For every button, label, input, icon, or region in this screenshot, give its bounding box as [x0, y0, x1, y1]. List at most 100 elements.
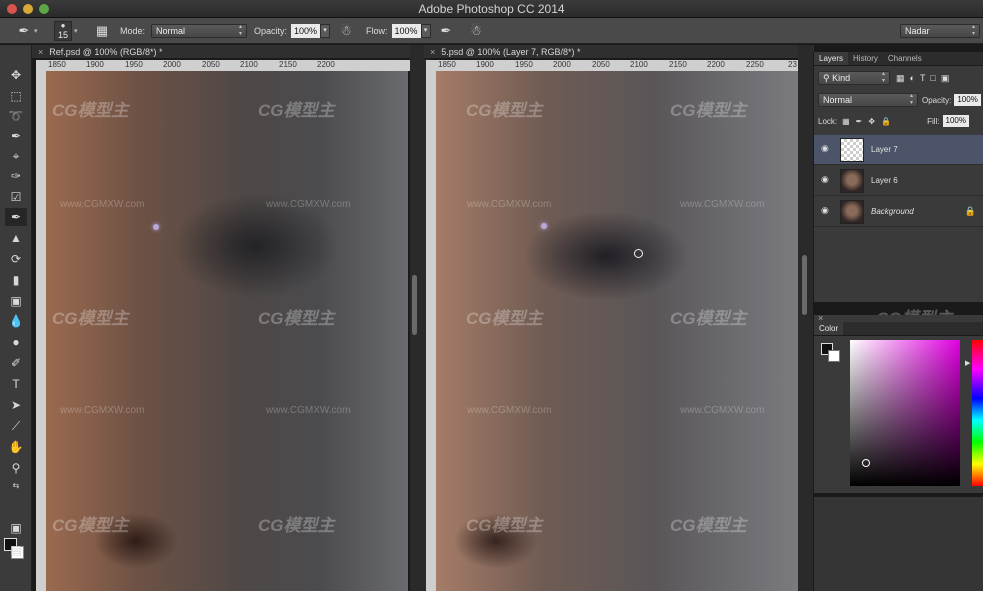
tab-ref-label: Ref.psd @ 100% (RGB/8*) *	[49, 47, 163, 57]
watermark-logo: CG模型主	[670, 516, 747, 535]
healing-brush-tool-icon[interactable]: ☑	[5, 188, 27, 206]
brush-tool-preset-icon[interactable]: ✒	[14, 22, 34, 40]
visibility-eye-icon[interactable]: ◉	[821, 206, 831, 215]
lock-label: Lock:	[818, 116, 838, 126]
crop-tool-icon[interactable]: ⌖	[5, 147, 27, 165]
tab-5-document[interactable]: × 5.psd @ 100% (Layer 7, RGB/8*) *	[424, 45, 814, 59]
mode-label: Mode:	[120, 26, 146, 36]
history-brush-tool-icon[interactable]: ⟳	[5, 250, 27, 268]
flow-label: Flow:	[366, 26, 388, 36]
mode-select[interactable]: Normal	[151, 24, 248, 38]
zoom-tool-icon[interactable]: ⚲	[5, 459, 27, 477]
close-panel-icon[interactable]: ×	[818, 313, 823, 323]
brush-cursor	[634, 249, 643, 258]
dodge-tool-icon[interactable]: ●	[5, 333, 27, 351]
lasso-tool-icon[interactable]: ➰	[5, 107, 27, 125]
brush-panel-toggle-icon[interactable]: ▦	[92, 22, 112, 40]
ruler-tick: 1850	[438, 60, 456, 69]
flow-input[interactable]: 100%	[391, 24, 421, 38]
preset-dropdown-icon[interactable]: ▾	[34, 27, 38, 35]
layer-row-layer-7[interactable]: ◉ Layer 7	[814, 135, 983, 165]
layer-thumbnail	[840, 200, 864, 224]
pressure-size-icon[interactable]: ☃	[466, 22, 486, 40]
watermark-url: www.CGMXW.com	[266, 199, 351, 210]
swap-colors-icon[interactable]: ⇆	[5, 477, 27, 495]
watermark-logo: CG模型主	[670, 309, 747, 328]
lock-options-icons[interactable]: ▦✒✥🔒	[842, 117, 897, 126]
pressure-opacity-icon[interactable]: ☃	[336, 22, 356, 40]
blur-tool-icon[interactable]: 💧	[5, 312, 27, 330]
color-panel-tabs: Color	[814, 322, 983, 336]
path-selection-tool-icon[interactable]: ➤	[5, 396, 27, 414]
brush-size-picker[interactable]: ● 15	[54, 21, 72, 41]
gradient-tool-icon[interactable]: ▣	[5, 292, 27, 310]
ruler-tick: 1900	[86, 60, 104, 69]
hand-tool-icon[interactable]: ✋	[5, 438, 27, 456]
quick-selection-tool-icon[interactable]: ✒	[5, 127, 27, 145]
watermark-url: www.CGMXW.com	[680, 199, 765, 210]
opacity-slider-button[interactable]: ▾	[320, 24, 331, 38]
eyedropper-tool-icon[interactable]: ✑	[5, 167, 27, 185]
brush-picker-dropdown-icon[interactable]: ▾	[74, 27, 78, 35]
flow-slider-button[interactable]: ▾	[420, 24, 431, 38]
tab-color[interactable]: Color	[814, 322, 844, 335]
title-bar: Adobe Photoshop CC 2014	[0, 0, 983, 18]
opacity-input[interactable]: 100%	[291, 24, 321, 38]
watermark-url: www.CGMXW.com	[680, 405, 765, 416]
close-tab-icon[interactable]: ×	[38, 47, 43, 57]
color-panel-background-swatch[interactable]	[828, 350, 840, 362]
layer-filter-icons[interactable]: ▦◐T□▣	[896, 73, 954, 84]
eraser-tool-icon[interactable]: ▮	[5, 271, 27, 289]
airbrush-icon[interactable]: ✒	[436, 22, 456, 40]
brush-tool-icon[interactable]: ✒	[5, 208, 27, 226]
kind-label: Kind	[832, 73, 851, 83]
ruler-tick: 2150	[669, 60, 687, 69]
eye-catchlight	[153, 224, 159, 230]
close-tab-icon[interactable]: ×	[430, 47, 435, 57]
color-panel: × Color ▶	[813, 313, 983, 493]
right-scrollbar-thumb[interactable]	[802, 255, 807, 315]
layer-row-background[interactable]: ◉ Background 🔒	[814, 197, 983, 227]
tab-layers[interactable]: Layers	[814, 52, 849, 65]
clone-stamp-tool-icon[interactable]: ▲	[5, 229, 27, 247]
watermark-url: www.CGMXW.com	[60, 405, 145, 416]
layer-thumbnail	[840, 138, 864, 162]
ruler-tick: 2000	[163, 60, 181, 69]
marquee-tool-icon[interactable]: ⬚	[5, 87, 27, 105]
layer-opacity-input[interactable]: 100%	[954, 94, 981, 106]
line-tool-icon[interactable]: ⟋	[5, 417, 27, 435]
tab-5-label: 5.psd @ 100% (Layer 7, RGB/8*) *	[441, 47, 581, 57]
layer-filter-select[interactable]: ⚲ Kind	[818, 71, 890, 85]
watermark-logo: CG模型主	[52, 309, 129, 328]
ruler-tick: 2100	[240, 60, 258, 69]
left-scrollbar-thumb[interactable]	[412, 275, 417, 335]
layer-blend-mode-select[interactable]: Normal	[818, 93, 918, 107]
ruler-tick: 2250	[746, 60, 764, 69]
watermark-url: www.CGMXW.com	[467, 405, 552, 416]
ruler-tick: 1950	[125, 60, 143, 69]
color-picker-ring[interactable]	[862, 459, 870, 467]
fill-input[interactable]: 100%	[942, 115, 969, 127]
right-scroll-track	[798, 45, 813, 591]
layer-name: Layer 6	[871, 176, 898, 185]
layer-row-layer-6[interactable]: ◉ Layer 6	[814, 166, 983, 196]
tab-channels[interactable]: Channels	[883, 52, 927, 65]
visibility-eye-icon[interactable]: ◉	[821, 175, 831, 184]
watermark-url: www.CGMXW.com	[60, 199, 145, 210]
tab-history[interactable]: History	[848, 52, 883, 65]
fill-label: Fill:	[927, 116, 940, 126]
visibility-eye-icon[interactable]: ◉	[821, 144, 831, 153]
move-tool-icon[interactable]: ✥	[5, 66, 27, 84]
layers-panel-tabs: Layers History Channels	[814, 52, 983, 66]
horizontal-ruler-left: 1850 1900 1950 2000 2050 2100 2150 2200	[36, 60, 410, 71]
type-tool-icon[interactable]: T	[5, 375, 27, 393]
hue-slider-arrow-icon[interactable]: ▶	[965, 359, 970, 367]
tab-ref-document[interactable]: × Ref.psd @ 100% (RGB/8*) *	[32, 45, 410, 59]
screen-mode-icon[interactable]: ▤	[5, 541, 27, 559]
layer-thumbnail	[840, 169, 864, 193]
hue-slider[interactable]	[972, 340, 983, 486]
workspace-select[interactable]: Nadar	[900, 24, 980, 38]
watermark-url: www.CGMXW.com	[266, 405, 351, 416]
pen-tool-icon[interactable]: ✐	[5, 354, 27, 372]
quick-mask-icon[interactable]: ▣	[5, 519, 27, 537]
